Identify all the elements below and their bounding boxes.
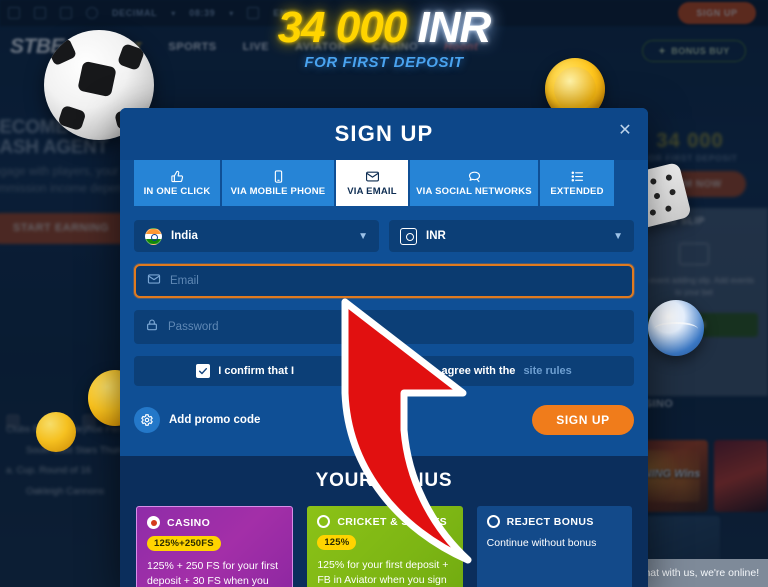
tab-label: EXTENDED [550,186,604,197]
consent-text-middle: am over 18 years old and [302,365,433,377]
bonus-card-header: CRICKET & SPORTS 125% [317,515,452,550]
tab-label: VIA EMAIL [347,186,397,197]
tab-label: IN ONE CLICK [143,186,211,197]
site-rules-link[interactable]: site rules [523,365,571,377]
signup-method-tabs: IN ONE CLICK VIA MOBILE PHONE VIA EMAIL … [134,160,634,206]
tab-via-mobile-phone[interactable]: VIA MOBILE PHONE [222,160,334,206]
bonus-card-badge: 125% [317,535,357,550]
country-label: India [171,230,198,242]
envelope-icon [147,272,161,291]
list-icon [570,169,585,184]
consent-text-before: I confirm that I [218,365,295,377]
modal-body: IN ONE CLICK VIA MOBILE PHONE VIA EMAIL … [120,160,648,587]
bonus-section-title: YOUR BONUS [315,470,453,491]
page-title: SIGN UP [334,121,434,146]
tab-extended[interactable]: EXTENDED [540,160,614,206]
radio-unselected-icon[interactable] [486,515,500,528]
currency-select[interactable]: INR ▼ [389,220,634,252]
bonus-card-header: REJECT BONUS [486,515,622,528]
bonus-card-desc: Continue without bonus [486,537,597,549]
signup-submit-button[interactable]: SIGN UP [532,405,634,435]
bonus-card-casino[interactable]: CASINO 125%+250FS 125% + 250 FS for your… [136,506,294,587]
envelope-icon [365,169,380,184]
bonus-card-name: REJECT BONUS [506,515,594,528]
bonus-section: YOUR BONUS CASINO 125%+250FS 125% + 250 … [120,456,648,587]
bonus-card-cricket-sports[interactable]: CRICKET & SPORTS 125% 125% for your firs… [307,506,463,587]
tab-via-social-networks[interactable]: VIA SOCIAL NETWORKS [410,160,538,206]
gear-icon [134,407,160,433]
modal-header: SIGN UP ✕ [120,108,648,160]
radio-selected-icon[interactable] [147,516,160,529]
bonus-card-name: CRICKET & SPORTS [337,515,447,528]
close-icon[interactable]: ✕ [614,120,636,142]
chat-widget[interactable]: Chat with us, we're online! [628,559,768,587]
bonus-card-reject[interactable]: REJECT BONUS Continue without bonus [476,506,632,587]
locale-row: India ▼ INR ▼ [134,220,634,252]
bonus-card-desc: 125% for your first deposit + FB in Avia… [317,559,449,587]
password-input[interactable]: Password [134,310,634,344]
bonus-card-list: CASINO 125%+250FS 125% + 250 FS for your… [136,506,632,587]
mobile-phone-icon [271,169,286,184]
email-placeholder: Email [170,275,199,287]
bonus-card-name: CASINO [167,516,211,529]
currency-label: INR [426,230,446,242]
bonus-card-desc: 125% + 250 FS for your first deposit + 3… [147,560,279,587]
chevron-down-icon: ▼ [613,230,623,242]
bonus-card-header: CASINO 125%+250FS [147,516,282,551]
password-placeholder: Password [168,321,219,333]
india-flag-icon [145,227,162,245]
bonus-card-badge: 125%+250FS [147,536,221,551]
screenshot-root: DECIMAL ▾ 08:39 ▾ EN STBE CRICKET SPORTS… [0,0,768,587]
add-promo-code-label: Add promo code [169,414,261,426]
thumbs-up-icon [170,169,185,184]
tab-in-one-click[interactable]: IN ONE CLICK [134,160,220,206]
chevron-down-icon: ▼ [358,230,368,242]
radio-unselected-icon[interactable] [317,515,331,528]
signup-modal: SIGN UP ✕ IN ONE CLICK VIA MOBILE PHONE … [120,108,648,587]
consent-row[interactable]: I confirm that I am over 18 years old an… [134,356,634,386]
tab-via-email[interactable]: VIA EMAIL [336,160,408,206]
tab-label: VIA SOCIAL NETWORKS [416,186,532,197]
lock-icon [145,318,159,337]
chat-bubbles-icon [467,169,482,184]
password-field-wrapper: Password [134,310,634,344]
currency-icon [400,227,417,245]
add-promo-code-button[interactable]: Add promo code [134,407,260,433]
modal-actions: Add promo code SIGN UP [134,402,634,438]
email-input[interactable]: Email [134,264,634,298]
consent-text-after: agree with the [441,365,516,377]
consent-checkbox[interactable] [196,364,211,378]
email-field-wrapper: Email [134,264,634,298]
country-select[interactable]: India ▼ [134,220,379,252]
tab-label: VIA MOBILE PHONE [230,186,326,197]
